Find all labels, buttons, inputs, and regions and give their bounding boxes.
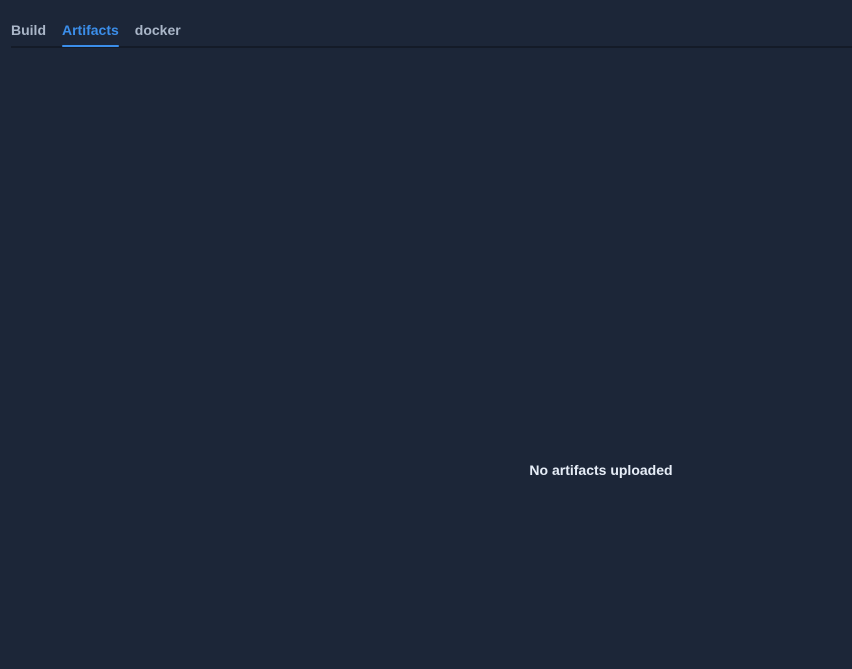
tab-bar: Build Artifacts docker bbox=[11, 0, 852, 48]
tab-docker[interactable]: docker bbox=[135, 0, 181, 46]
tab-artifacts[interactable]: Artifacts bbox=[62, 0, 119, 47]
artifacts-panel: Build Artifacts docker No artifacts uplo… bbox=[0, 0, 852, 669]
tab-build-label: Build bbox=[11, 22, 46, 38]
empty-state-message: No artifacts uploaded bbox=[529, 462, 673, 478]
tab-docker-label: docker bbox=[134, 22, 181, 38]
tab-artifacts-label: Artifacts bbox=[62, 22, 119, 38]
tab-build[interactable]: Build bbox=[11, 0, 46, 46]
